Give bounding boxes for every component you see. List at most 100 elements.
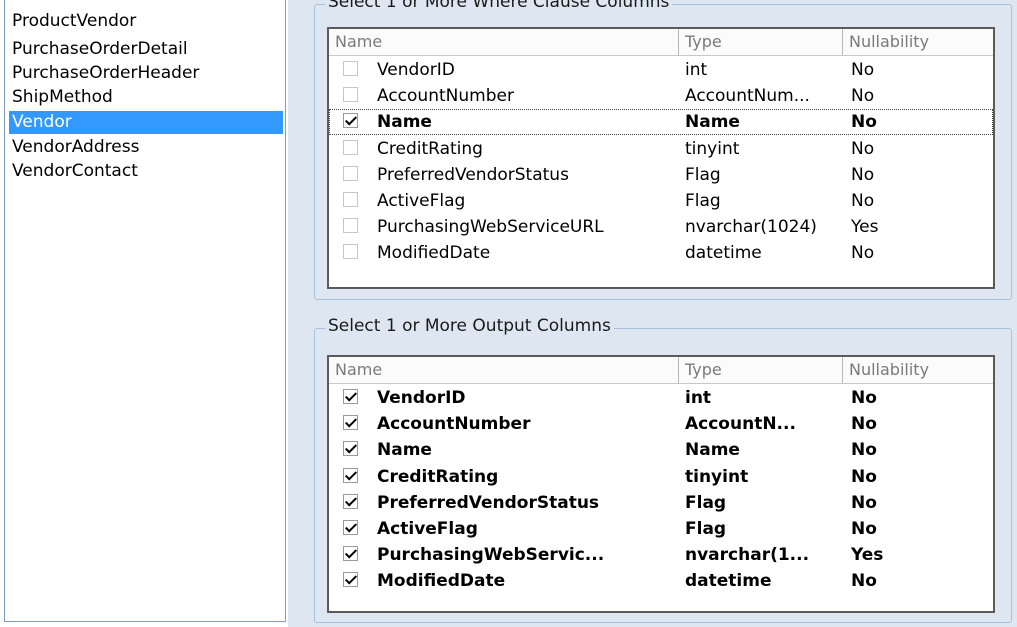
output-column-row[interactable]: ActiveFlag Flag No — [329, 516, 993, 542]
where-column-checkbox[interactable] — [343, 218, 358, 234]
output-column-row[interactable]: PreferredVendorStatus Flag No — [329, 490, 993, 516]
output-column-cell-nullability: Yes — [851, 545, 884, 566]
where-column-checkbox[interactable] — [343, 192, 358, 207]
output-column-cell-name: ModifiedDate — [377, 571, 506, 592]
where-column-row[interactable]: ModifiedDate datetime No — [329, 240, 993, 266]
output-column-cell-nullability: No — [851, 466, 877, 487]
where-column-row[interactable]: VendorID int No — [329, 57, 993, 83]
output-columns-legend: Select 1 or More Output Columns — [325, 316, 614, 336]
output-column-cell-nullability: No — [851, 388, 877, 408]
output-column-row[interactable]: AccountNumber AccountN... No — [329, 411, 993, 437]
output-column-checkbox[interactable] — [343, 493, 358, 509]
columns-panel: Select 1 or More Where Clause Columns Na… — [288, 0, 1017, 627]
output-column-checkbox[interactable] — [343, 441, 358, 457]
where-columns-header: Name Type Nullability — [329, 29, 993, 56]
output-columns-group: Select 1 or More Output Columns Name Typ… — [314, 316, 1012, 623]
output-column-cell-name: ActiveFlag — [377, 519, 478, 539]
output-column-checkbox[interactable] — [343, 572, 358, 588]
where-header-nullability[interactable]: Nullability — [843, 29, 993, 55]
output-column-cell-nullability: No — [851, 440, 877, 461]
where-column-cell-name: ModifiedDate — [377, 243, 491, 264]
output-column-cell-type: int — [685, 388, 712, 408]
where-column-cell-type: AccountNum... — [685, 86, 810, 107]
table-item-vendorcontact[interactable]: VendorContact — [9, 160, 283, 183]
output-column-checkbox[interactable] — [343, 467, 358, 483]
where-clause-legend: Select 1 or More Where Clause Columns — [325, 0, 673, 12]
where-column-checkbox[interactable] — [343, 113, 358, 129]
where-column-cell-type: Name — [685, 112, 740, 133]
where-column-cell-nullability: Yes — [851, 217, 879, 238]
output-column-cell-type: Flag — [685, 492, 727, 513]
where-column-row[interactable]: Name Name No — [329, 109, 993, 136]
output-header-name[interactable]: Name — [329, 357, 679, 383]
output-column-cell-nullability: No — [851, 519, 877, 539]
where-column-cell-nullability: No — [851, 243, 875, 264]
output-column-cell-name: Name — [377, 440, 432, 461]
table-item-productvendor[interactable]: ProductVendor — [9, 10, 283, 33]
where-columns-listview[interactable]: Name Type Nullability VendorID int No Accou… — [327, 27, 995, 289]
output-column-cell-name: PreferredVendorStatus — [377, 492, 600, 513]
output-header-nullability[interactable]: Nullability — [843, 357, 993, 383]
where-column-cell-name: ActiveFlag — [377, 191, 466, 211]
where-column-cell-name: VendorID — [377, 60, 455, 80]
where-column-cell-name: PreferredVendorStatus — [377, 164, 569, 185]
where-column-cell-nullability: No — [851, 86, 875, 107]
output-column-cell-name: PurchasingWebServic... — [377, 545, 605, 566]
where-column-row[interactable]: AccountNumber AccountNum... No — [329, 83, 993, 109]
where-column-checkbox[interactable] — [343, 165, 358, 181]
tables-panel: ProductVendor PurchaseOrderDetail Purcha… — [0, 0, 288, 627]
output-column-cell-type: datetime — [685, 571, 772, 592]
where-column-checkbox[interactable] — [343, 61, 358, 76]
output-column-cell-nullability: No — [851, 414, 877, 435]
where-column-checkbox[interactable] — [343, 87, 358, 103]
where-column-cell-name: AccountNumber — [377, 86, 514, 107]
output-column-cell-name: CreditRating — [377, 466, 499, 487]
output-column-row[interactable]: PurchasingWebServic... nvarchar(1... Yes — [329, 542, 993, 568]
where-column-cell-nullability: No — [851, 138, 875, 159]
where-column-checkbox[interactable] — [343, 139, 358, 155]
output-column-row[interactable]: ModifiedDate datetime No — [329, 568, 993, 594]
output-column-row[interactable]: CreditRating tinyint No — [329, 464, 993, 490]
output-column-cell-nullability: No — [851, 492, 877, 513]
where-column-cell-name: PurchasingWebServiceURL — [377, 217, 604, 238]
output-column-cell-type: tinyint — [685, 466, 749, 487]
output-columns-header: Name Type Nullability — [329, 357, 993, 384]
where-column-cell-nullability: No — [851, 191, 875, 211]
output-column-cell-type: nvarchar(1... — [685, 545, 810, 566]
where-header-type[interactable]: Type — [679, 29, 843, 55]
output-column-row[interactable]: Name Name No — [329, 437, 993, 463]
where-column-row[interactable]: CreditRating tinyint No — [329, 136, 993, 162]
where-column-cell-name: CreditRating — [377, 138, 483, 159]
where-column-row[interactable]: PurchasingWebServiceURL nvarchar(1024) Yes — [329, 214, 993, 240]
where-column-cell-type: datetime — [685, 243, 762, 264]
where-header-name[interactable]: Name — [329, 29, 679, 55]
output-column-checkbox[interactable] — [343, 546, 358, 562]
where-column-cell-nullability: No — [851, 164, 875, 185]
where-column-row[interactable]: PreferredVendorStatus Flag No — [329, 162, 993, 188]
output-columns-listview[interactable]: Name Type Nullability VendorID int No Accou… — [327, 355, 995, 613]
where-column-cell-type: tinyint — [685, 138, 740, 159]
output-column-cell-type: Name — [685, 440, 740, 461]
where-column-cell-type: int — [685, 60, 708, 80]
output-column-row[interactable]: VendorID int No — [329, 385, 993, 411]
where-column-cell-name: Name — [377, 112, 432, 133]
where-column-cell-type: nvarchar(1024) — [685, 217, 817, 238]
output-column-checkbox[interactable] — [343, 520, 358, 535]
table-item-vendoraddress[interactable]: VendorAddress — [9, 136, 283, 159]
table-item-purchaseorderheader[interactable]: PurchaseOrderHeader — [9, 62, 283, 85]
table-item-vendor[interactable]: Vendor — [9, 111, 283, 134]
output-column-checkbox[interactable] — [343, 389, 358, 404]
where-clause-group: Select 1 or More Where Clause Columns Na… — [314, 0, 1012, 300]
where-column-cell-type: Flag — [685, 191, 721, 211]
where-column-cell-nullability: No — [851, 112, 877, 133]
table-item-shipmethod[interactable]: ShipMethod — [9, 86, 283, 109]
tables-listbox[interactable]: ProductVendor PurchaseOrderDetail Purcha… — [4, 0, 286, 622]
output-header-type[interactable]: Type — [679, 357, 843, 383]
where-column-cell-nullability: No — [851, 60, 875, 80]
table-item-purchaseorderdetail[interactable]: PurchaseOrderDetail — [9, 38, 283, 61]
where-column-row[interactable]: ActiveFlag Flag No — [329, 188, 993, 214]
output-column-cell-type: AccountN... — [685, 414, 796, 435]
output-column-cell-name: VendorID — [377, 388, 466, 408]
where-column-checkbox[interactable] — [343, 244, 358, 260]
output-column-checkbox[interactable] — [343, 415, 358, 431]
